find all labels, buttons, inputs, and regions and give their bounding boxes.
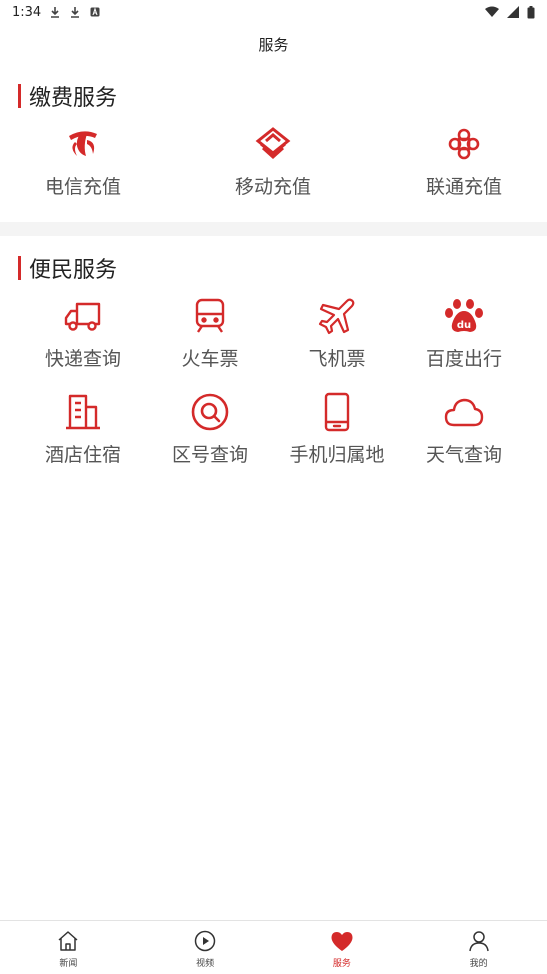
section-title-text: 缴费服务 <box>29 86 118 111</box>
mobile-phone-icon <box>317 392 357 432</box>
wifi-icon <box>485 6 499 17</box>
nav-news[interactable]: 新闻 <box>0 921 137 974</box>
section-title-text: 便民服务 <box>29 258 118 283</box>
section-accent-bar <box>18 256 21 280</box>
nav-video-label: 视频 <box>196 958 215 969</box>
nav-mine-label: 我的 <box>469 958 488 969</box>
area-code-label: 区号查询 <box>171 444 248 466</box>
nav-service-label: 服务 <box>332 958 351 969</box>
status-bar: 1:34 <box>0 0 547 24</box>
nav-news-label: 新闻 <box>59 958 78 969</box>
mobile-recharge-label: 移动充值 <box>234 176 311 198</box>
hotel-item[interactable]: 酒店住宿 <box>18 392 148 467</box>
phone-location-label: 手机归属地 <box>289 444 385 466</box>
section-title-payment: 缴费服务 <box>18 80 117 112</box>
baidu-paw-icon: du <box>444 296 484 336</box>
signal-icon <box>507 6 519 18</box>
weather-label: 天气查询 <box>425 444 502 466</box>
building-icon <box>63 392 103 432</box>
telecom-recharge-label: 电信充值 <box>44 176 121 198</box>
page-header: 服务 <box>0 24 547 64</box>
nav-service[interactable]: 服务 <box>274 921 411 974</box>
telecom-recharge-item[interactable]: 电信充值 <box>18 124 148 199</box>
convenience-section: 便民服务 快递查询 火车票 飞机票 du 百度出行 酒店住宿 区号查询 手机归属… <box>0 236 547 496</box>
train-ticket-item[interactable]: 火车票 <box>145 296 275 371</box>
bottom-nav: 新闻 视频 服务 我的 <box>0 920 547 974</box>
user-icon <box>467 929 491 953</box>
notification-icon <box>90 7 100 17</box>
section-accent-bar <box>18 84 21 108</box>
payment-section: 缴费服务 电信充值 移动充值 联通充值 <box>0 64 547 222</box>
china-mobile-icon <box>253 124 293 164</box>
truck-icon <box>63 296 103 336</box>
train-ticket-label: 火车票 <box>181 348 239 370</box>
baidu-travel-item[interactable]: du 百度出行 <box>399 296 529 371</box>
page-title: 服务 <box>258 35 289 54</box>
express-query-item[interactable]: 快递查询 <box>18 296 148 371</box>
magnifier-icon <box>190 392 230 432</box>
baidu-travel-label: 百度出行 <box>425 348 502 370</box>
phone-location-item[interactable]: 手机归属地 <box>272 392 402 467</box>
train-icon <box>190 296 230 336</box>
status-time: 1:34 <box>12 4 42 20</box>
section-title-convenience: 便民服务 <box>18 252 117 284</box>
heart-icon <box>330 929 354 953</box>
china-unicom-icon <box>444 124 484 164</box>
download-icon <box>51 7 60 18</box>
airplane-icon <box>317 296 357 336</box>
flight-ticket-item[interactable]: 飞机票 <box>272 296 402 371</box>
unicom-recharge-label: 联通充值 <box>425 176 502 198</box>
svg-text:du: du <box>457 320 471 331</box>
cloud-icon <box>444 392 484 432</box>
status-left: 1:34 <box>12 5 101 20</box>
flight-ticket-label: 飞机票 <box>308 348 366 370</box>
status-right <box>485 5 535 19</box>
mobile-recharge-item[interactable]: 移动充值 <box>208 124 338 199</box>
download-icon <box>71 7 80 18</box>
nav-video[interactable]: 视频 <box>137 921 274 974</box>
area-code-item[interactable]: 区号查询 <box>145 392 275 467</box>
play-icon <box>193 929 217 953</box>
unicom-recharge-item[interactable]: 联通充值 <box>399 124 529 199</box>
weather-item[interactable]: 天气查询 <box>399 392 529 467</box>
home-icon <box>56 929 80 953</box>
hotel-label: 酒店住宿 <box>44 444 121 466</box>
express-query-label: 快递查询 <box>44 348 121 370</box>
china-telecom-icon <box>63 124 103 164</box>
battery-icon <box>527 5 535 18</box>
nav-mine[interactable]: 我的 <box>410 921 547 974</box>
section-divider <box>0 222 547 236</box>
